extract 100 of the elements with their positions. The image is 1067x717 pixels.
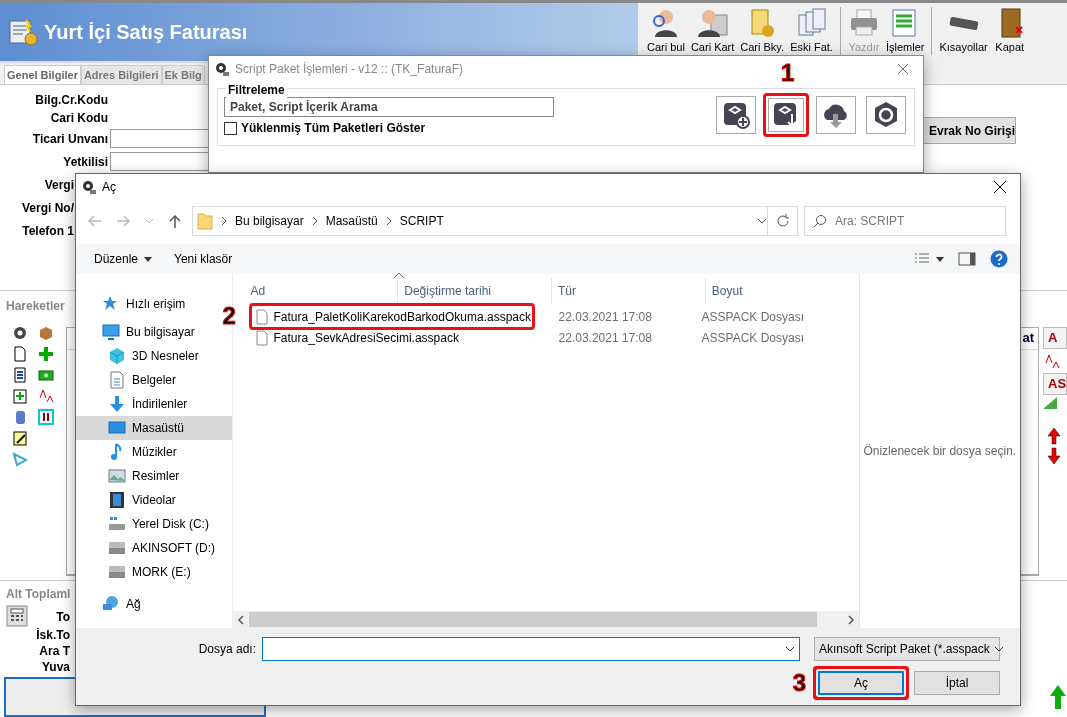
dialog-button[interactable]: İptal (914, 671, 1000, 695)
file-icon (255, 329, 268, 346)
pane-icon (958, 252, 976, 266)
command-button[interactable]: Yeni klasör (174, 250, 233, 268)
nav-item[interactable]: Videolar (76, 488, 232, 512)
nav-item[interactable]: İndirilenler (76, 392, 232, 416)
checkbox-label: Yüklenmiş Tüm Paketleri Göster (241, 120, 426, 137)
file-type: ASSPACK Dosyası (700, 329, 805, 347)
document-icon (12, 367, 28, 383)
file-type: ASSPACK Dosyası (700, 308, 805, 326)
search-field[interactable]: Paket, Script İçerik Arama (224, 97, 554, 117)
chevron-right-icon (385, 216, 392, 226)
tool-button[interactable] (716, 96, 756, 134)
down-arrow-icon (108, 395, 126, 413)
chevron-right-icon (311, 216, 318, 226)
tool-button[interactable] (866, 96, 906, 134)
nav-item[interactable]: Müzikler (76, 440, 232, 464)
edit-document-icon (12, 430, 28, 446)
close-icon (897, 63, 909, 75)
caret-down-icon (936, 256, 944, 262)
view-list-icon (914, 252, 930, 266)
dialog-title: Script Paket İşlemleri - v12 :: (TK_FaturaF) (235, 61, 464, 78)
column-header[interactable]: Boyut (705, 278, 859, 304)
file-name-cell[interactable]: Fatura_PaletKoliKarekodBarkodOkuma.asspack (248, 303, 535, 330)
nav-item[interactable]: 3D Nesneler (76, 344, 232, 368)
calculator-icon (6, 605, 28, 627)
total-label: Ara T (39, 643, 70, 659)
file-name: Fatura_PaletKoliKarekodBarkodOkuma.asspack (273, 308, 531, 326)
gears-icon (82, 180, 96, 194)
up-arrow-icon (167, 213, 183, 229)
toolbar-button[interactable]: Cari bul (644, 7, 688, 63)
help-button[interactable] (990, 250, 1008, 268)
documents-icon (795, 7, 828, 39)
pause-icon (38, 409, 54, 425)
total-label: İsk.To (36, 627, 70, 643)
total-label: To (56, 609, 70, 625)
sort-caret-icon (392, 272, 405, 279)
nav-item[interactable]: Resimler (76, 464, 232, 488)
right-arrow-icon (115, 213, 131, 229)
field-label: Vergi (43, 176, 74, 194)
search-icon (813, 214, 827, 228)
column-header[interactable]: Ad (232, 278, 399, 304)
gear-icon (12, 325, 28, 341)
chevron-left-icon (236, 614, 245, 625)
file-type-dropdown[interactable]: Akınsoft Script Paket (*.asspack (814, 637, 1000, 661)
dialog-title: Aç (102, 179, 117, 196)
side-button[interactable]: A (1043, 327, 1067, 349)
close-icon (993, 180, 1007, 194)
side-button[interactable]: AS (1043, 373, 1067, 395)
breadcrumb-item[interactable]: SCRIPT (399, 212, 444, 230)
chevron-right-icon (221, 216, 227, 226)
breadcrumb-item[interactable]: Bu bilgisayar (235, 212, 304, 230)
checkbox[interactable] (224, 121, 237, 135)
tool-button[interactable] (763, 93, 809, 137)
filename-field[interactable] (262, 637, 800, 661)
tab[interactable]: Genel Bilgiler (4, 64, 81, 84)
breadcrumb-item[interactable]: Masaüstü (325, 212, 378, 230)
cube-icon (108, 347, 126, 365)
preview-pane-button[interactable] (958, 252, 976, 266)
tab[interactable]: Adres Bilgileri (80, 64, 162, 84)
field-label: Vergi No/ (21, 199, 74, 217)
toolbar-button[interactable]: Cari Bky. (737, 7, 788, 63)
column-header[interactable]: Tür (552, 278, 706, 304)
folder-icon (197, 212, 213, 230)
view-button[interactable] (914, 252, 944, 266)
column-header[interactable]: Değiştirme tarihi (398, 278, 553, 304)
person-card-icon (696, 7, 729, 39)
scrollbar-thumb[interactable] (248, 612, 817, 627)
file-name: Fatura_SevkAdresiSecimi.asspack (273, 329, 459, 347)
nav-item[interactable]: Yerel Disk (C:) (76, 512, 232, 536)
refresh-icon (775, 214, 790, 228)
refresh-button[interactable] (768, 206, 798, 236)
nav-item[interactable]: MORK (E:) (76, 560, 232, 584)
toolbar-button[interactable]: Kısayollar (936, 7, 991, 63)
document-icon (12, 346, 28, 362)
step-number: 2 (222, 304, 236, 328)
nav-item[interactable]: Belgeler (76, 368, 232, 392)
field-label: Yetkilisi (62, 153, 109, 171)
preview-message: Önizlenecek bir dosya seçin. (863, 443, 1017, 460)
plus-icon (38, 346, 54, 362)
horizontal-scrollbar[interactable] (232, 611, 859, 628)
address-bar[interactable]: Bu bilgisayar Masaüstü SCRIPT (192, 206, 768, 236)
help-icon (990, 250, 1008, 268)
tool-button[interactable] (816, 96, 856, 134)
drive-icon (108, 539, 126, 557)
tab[interactable]: Ek Bilg (161, 64, 205, 84)
up-arrow-icon (1049, 684, 1067, 710)
toolbar-button[interactable]: Cari Kart (687, 7, 738, 63)
column-header: at (1022, 329, 1034, 347)
nav-item[interactable]: Masaüstü (76, 416, 232, 440)
field-label: Cari Kodu (49, 110, 109, 127)
triangle-icon (1043, 397, 1057, 409)
nav-item[interactable]: AKINSOFT (D:) (76, 536, 232, 560)
toolbar-button[interactable]: Kapat (990, 7, 1029, 63)
command-button[interactable]: Düzenle (94, 250, 153, 268)
file-date: 22.03.2021 17:08 (557, 308, 653, 326)
document-icon (108, 371, 126, 389)
nav-item[interactable]: Ağ (76, 592, 232, 616)
file-date: 22.03.2021 17:08 (557, 329, 653, 347)
section-title: Alt Toplaml (6, 586, 71, 603)
